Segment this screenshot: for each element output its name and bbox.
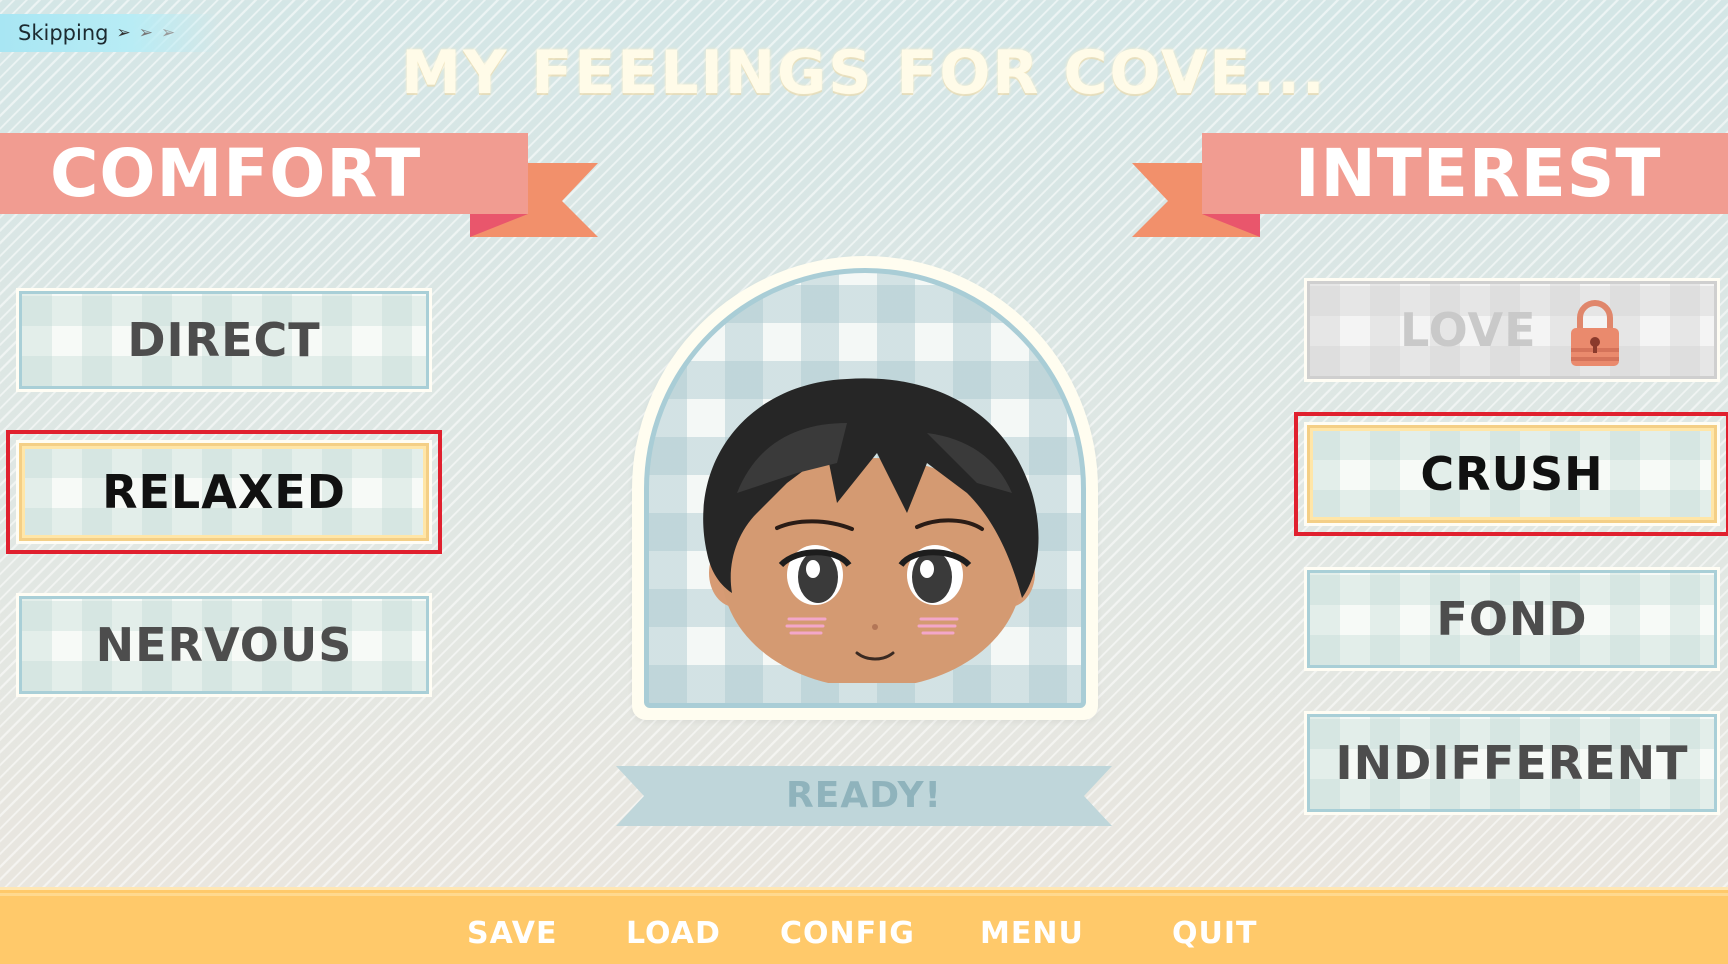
page-title: MY FEELINGS FOR COVE... bbox=[401, 38, 1327, 108]
config-button[interactable]: CONFIG bbox=[780, 914, 915, 954]
lock-icon bbox=[1571, 300, 1619, 366]
comfort-heading: COMFORT bbox=[50, 135, 422, 212]
option-label: CRUSH bbox=[1420, 447, 1604, 501]
option-label: RELAXED bbox=[102, 465, 346, 519]
ready-button[interactable]: READY! bbox=[616, 766, 1112, 826]
portrait-background bbox=[644, 268, 1086, 708]
interest-option-love: LOVE bbox=[1307, 281, 1717, 379]
interest-option-indifferent[interactable]: INDIFFERENT bbox=[1307, 714, 1717, 812]
quit-button[interactable]: QUIT bbox=[1172, 914, 1258, 954]
interest-ribbon: INTEREST bbox=[1130, 133, 1728, 237]
option-label: FOND bbox=[1436, 592, 1588, 646]
option-label: LOVE bbox=[1400, 303, 1537, 357]
comfort-ribbon: COMFORT bbox=[0, 133, 600, 237]
option-label: NERVOUS bbox=[95, 618, 353, 672]
interest-heading: INTEREST bbox=[1295, 135, 1662, 212]
ready-label: READY! bbox=[786, 775, 942, 816]
option-label: INDIFFERENT bbox=[1335, 736, 1689, 790]
load-button[interactable]: LOAD bbox=[626, 914, 721, 954]
comfort-option-relaxed[interactable]: RELAXED bbox=[6, 430, 442, 554]
comfort-option-direct[interactable]: DIRECT bbox=[19, 291, 429, 389]
interest-option-fond[interactable]: FOND bbox=[1307, 570, 1717, 668]
interest-option-crush[interactable]: CRUSH bbox=[1294, 412, 1728, 536]
comfort-option-nervous[interactable]: NERVOUS bbox=[19, 596, 429, 694]
character-portrait-icon bbox=[703, 378, 1039, 683]
option-label: DIRECT bbox=[127, 313, 321, 367]
quick-menu-bar: SAVE LOAD CONFIG MENU QUIT bbox=[0, 887, 1728, 964]
menu-button[interactable]: MENU bbox=[980, 914, 1084, 954]
save-button[interactable]: SAVE bbox=[467, 914, 558, 954]
portrait-frame bbox=[632, 256, 1098, 720]
